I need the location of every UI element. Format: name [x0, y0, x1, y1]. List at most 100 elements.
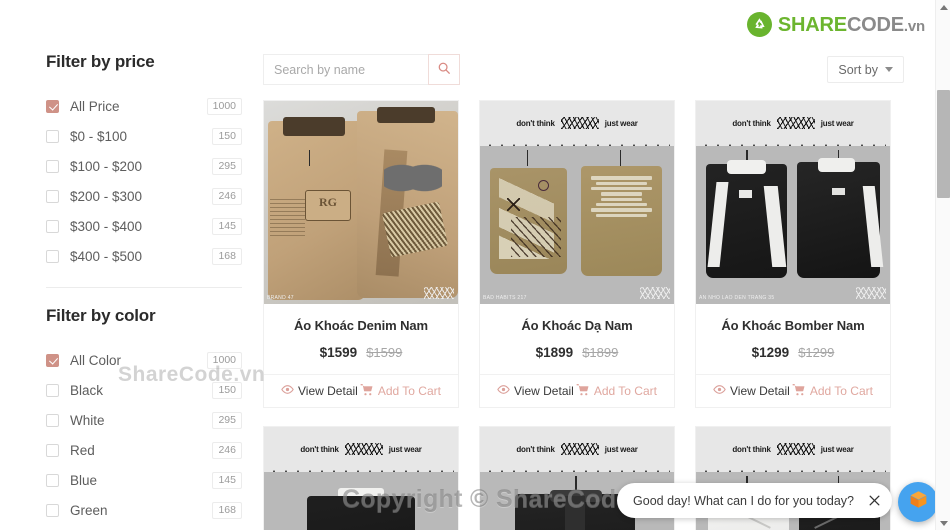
- photo-banner: don't think just wear: [480, 427, 674, 472]
- photo-banner-left: don't think: [516, 444, 555, 454]
- view-detail-button[interactable]: View Detail: [713, 383, 790, 399]
- search-input[interactable]: [263, 54, 428, 85]
- checkbox-icon[interactable]: [46, 129, 59, 143]
- view-detail-label: View Detail: [730, 384, 790, 398]
- filter-row[interactable]: Green 168: [46, 495, 242, 525]
- logo-code-text: CODE: [846, 13, 904, 36]
- graffiti-scribble-icon: [560, 443, 599, 456]
- checkbox-icon[interactable]: [46, 443, 59, 457]
- product-title: Áo Khoác Dạ Nam: [521, 318, 633, 333]
- product-image[interactable]: don't think just wear BAD HABITS 217: [480, 101, 674, 304]
- add-to-cart-button[interactable]: Add To Cart: [792, 383, 873, 400]
- product-old-price: $1299: [798, 345, 835, 360]
- color-filter-list: All Color 1000 Black 150 White 295 Red 246 Blue 1…: [46, 345, 242, 525]
- sort-by-label: Sort by: [838, 62, 878, 77]
- site-logo[interactable]: SHARECODE.vn: [746, 12, 925, 37]
- filter-count-badge: 246: [212, 441, 242, 459]
- filters-sidebar: Filter by price All Price 1000 $0 - $100 15…: [46, 52, 242, 530]
- product-image[interactable]: RG BRAND 47: [264, 101, 458, 304]
- search-bar: [263, 54, 460, 85]
- scroll-up-arrow-icon[interactable]: [936, 0, 950, 14]
- filter-count-badge: 1000: [206, 351, 242, 369]
- checkbox-icon[interactable]: [46, 413, 59, 427]
- chat-launcher-button[interactable]: [898, 482, 938, 522]
- price-filter-block: Filter by price All Price 1000 $0 - $100 15…: [46, 52, 242, 288]
- add-to-cart-button[interactable]: Add To Cart: [360, 383, 441, 400]
- checkbox-icon[interactable]: [46, 219, 59, 233]
- filter-label: All Price: [70, 98, 120, 114]
- logo-text: SHARECODE.vn: [778, 15, 925, 35]
- filter-row[interactable]: All Price 1000: [46, 91, 242, 121]
- view-detail-label: View Detail: [298, 384, 358, 398]
- filter-count-badge: 145: [212, 217, 242, 235]
- product-price: $1599: [319, 345, 358, 360]
- product-card[interactable]: RG BRAND 47 Áo Khoác Denim Nam $1599 $1599 Vi…: [263, 100, 459, 408]
- product-title: Áo Khoác Bomber Nam: [721, 318, 865, 333]
- graffiti-scribble-icon: [344, 443, 383, 456]
- product-actions: View Detail Add To Cart: [264, 374, 458, 407]
- filter-label: All Color: [70, 352, 122, 368]
- view-detail-button[interactable]: View Detail: [497, 383, 574, 399]
- add-to-cart-label: Add To Cart: [377, 384, 441, 398]
- filter-count-badge: 1000: [206, 97, 242, 115]
- product-image[interactable]: don't think just wear: [264, 427, 458, 530]
- chat-greeting-bubble: Good day! What can I do for you today?: [617, 483, 892, 518]
- product-card[interactable]: don't think just wear AN NHO LAO DEN TRANG…: [695, 100, 891, 408]
- product-info: Áo Khoác Bomber Nam $1299 $1299: [696, 304, 890, 374]
- filter-row[interactable]: $0 - $100 150: [46, 121, 242, 151]
- close-x-icon[interactable]: [864, 491, 884, 511]
- checkbox-icon[interactable]: [46, 473, 59, 487]
- filter-row[interactable]: Red 246: [46, 435, 242, 465]
- product-old-price: $1599: [366, 345, 403, 360]
- scrollbar-thumb[interactable]: [937, 90, 950, 198]
- checkbox-icon[interactable]: [46, 249, 59, 263]
- photo-banner-left: don't think: [300, 444, 339, 454]
- filter-row[interactable]: $200 - $300 246: [46, 181, 242, 211]
- checkbox-icon[interactable]: [46, 503, 59, 517]
- filter-count-badge: 145: [212, 471, 242, 489]
- view-detail-label: View Detail: [514, 384, 574, 398]
- search-button[interactable]: [428, 54, 460, 85]
- filter-row[interactable]: $400 - $500 168: [46, 241, 242, 271]
- shop-page: SHARECODE.vn Filter by price All Price 10…: [0, 0, 950, 530]
- photo-banner-right: just wear: [820, 444, 854, 454]
- filter-row[interactable]: Black 150: [46, 375, 242, 405]
- product-card[interactable]: don't think just wear BAD HABITS 217 Áo Kho…: [479, 100, 675, 408]
- chat-message-text: Good day! What can I do for you today?: [633, 493, 854, 508]
- filter-row[interactable]: Blue 145: [46, 465, 242, 495]
- photo-banner-right: just wear: [820, 118, 854, 128]
- graffiti-scribble-icon: [776, 443, 815, 456]
- checkbox-checked-icon[interactable]: [46, 353, 59, 367]
- sort-by-dropdown[interactable]: Sort by: [827, 56, 904, 83]
- product-price-row: $1599 $1599: [270, 345, 452, 374]
- caret-down-icon: [885, 67, 893, 72]
- scroll-down-arrow-icon[interactable]: [936, 516, 950, 530]
- sharecode-recycle-icon: [746, 12, 772, 37]
- checkbox-icon[interactable]: [46, 159, 59, 173]
- shopping-cart-icon: [792, 383, 806, 400]
- product-price: $1899: [535, 345, 574, 360]
- add-to-cart-label: Add To Cart: [593, 384, 657, 398]
- shopping-cart-icon: [576, 383, 590, 400]
- checkbox-checked-icon[interactable]: [46, 99, 59, 113]
- filter-count-badge: 150: [212, 127, 242, 145]
- product-card[interactable]: don't think just wear: [263, 426, 459, 530]
- price-filter-title: Filter by price: [46, 52, 155, 71]
- filter-label: $100 - $200: [70, 158, 143, 174]
- checkbox-icon[interactable]: [46, 383, 59, 397]
- filter-row[interactable]: White 295: [46, 405, 242, 435]
- filter-row[interactable]: $300 - $400 145: [46, 211, 242, 241]
- product-old-price: $1899: [582, 345, 619, 360]
- page-scrollbar[interactable]: [935, 0, 950, 530]
- color-filter-title: Filter by color: [46, 306, 156, 325]
- view-detail-button[interactable]: View Detail: [281, 383, 358, 399]
- add-to-cart-button[interactable]: Add To Cart: [576, 383, 657, 400]
- filter-label: Black: [70, 382, 104, 398]
- filter-row[interactable]: $100 - $200 295: [46, 151, 242, 181]
- filter-label: Blue: [70, 472, 98, 488]
- shopping-cart-icon: [360, 383, 374, 400]
- filter-row[interactable]: All Color 1000: [46, 345, 242, 375]
- product-image[interactable]: don't think just wear AN NHO LAO DEN TRANG…: [696, 101, 890, 304]
- filter-label: $400 - $500: [70, 248, 143, 264]
- checkbox-icon[interactable]: [46, 189, 59, 203]
